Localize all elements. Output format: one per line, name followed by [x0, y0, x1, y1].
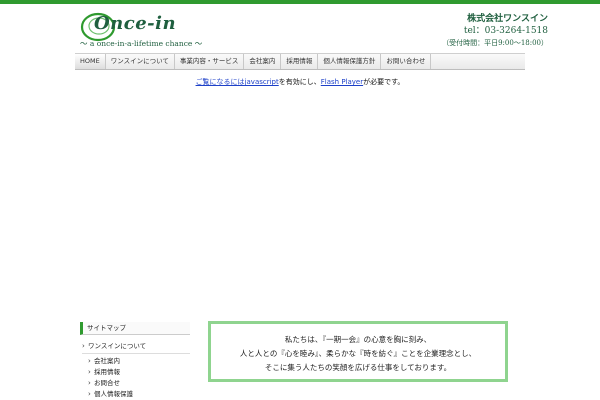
- nav-item-privacy[interactable]: 個人情報保護方針: [318, 54, 382, 69]
- company-name: 株式会社ワンスイン: [467, 14, 548, 24]
- sidebar-item-privacy[interactable]: 個人情報保護: [88, 389, 190, 400]
- site-tagline: ～ a once-in-a-lifetime chance ～: [80, 39, 203, 48]
- nav-item-recruit[interactable]: 採用情報: [281, 54, 319, 69]
- nav-item-home[interactable]: HOME: [75, 54, 106, 69]
- philosophy-box: 私たちは、『一期一会』の心意を胸に刻み、 人と人との『心を睦み』、柔らかな『時を…: [208, 321, 508, 382]
- sidebar-list: ワンスインについて 会社案内 採用情報 お問合せ 個人情報保護: [82, 341, 190, 400]
- philosophy-line-2: 人と人との『心を睦み』、柔らかな『時を紡ぐ』ことを企業理念とし、: [239, 349, 477, 358]
- philosophy-line-1: 私たちは、『一期一会』の心意を胸に刻み、: [284, 335, 432, 344]
- philosophy-line-3: そこに集う人たちの笑顔を広げる仕事をしております。: [264, 363, 452, 372]
- company-hours: （受付時間：平日9:00～18:00）: [442, 39, 548, 47]
- nav-item-about[interactable]: ワンスインについて: [106, 54, 175, 69]
- nav-item-company[interactable]: 会社案内: [244, 54, 282, 69]
- logo-text: Once-in: [94, 13, 177, 34]
- company-tel: tel：03-3264-1518: [463, 26, 548, 36]
- sidebar-item-contact[interactable]: お問合せ: [88, 378, 190, 389]
- top-accent-bar: [0, 0, 600, 4]
- nav-item-services[interactable]: 事業内容・サービス: [175, 54, 245, 69]
- sidebar-item-company[interactable]: 会社案内: [88, 356, 190, 367]
- nav-item-contact[interactable]: お問い合わせ: [381, 54, 432, 69]
- company-info: 株式会社ワンスイン tel：03-3264-1518 （受付時間：平日9:00～…: [442, 13, 548, 48]
- sidebar-item-about[interactable]: ワンスインについて: [82, 341, 190, 354]
- sidebar-title: サイトマップ: [80, 322, 190, 335]
- flash-notice-link[interactable]: ご覧になるには: [196, 78, 245, 86]
- flash-notice-end: が必要です。: [363, 78, 405, 86]
- sidebar-item-recruit[interactable]: 採用情報: [88, 367, 190, 378]
- javascript-link[interactable]: javascript: [245, 78, 279, 86]
- main-nav: HOME ワンスインについて 事業内容・サービス 会社案内 採用情報 個人情報保…: [75, 53, 525, 70]
- flash-player-link[interactable]: Flash Player: [321, 78, 363, 86]
- flash-notice: ご覧になるにはjavascriptを有効にし、Flash Playerが必要です…: [75, 77, 525, 87]
- flash-notice-text: を有効にし、: [278, 78, 321, 86]
